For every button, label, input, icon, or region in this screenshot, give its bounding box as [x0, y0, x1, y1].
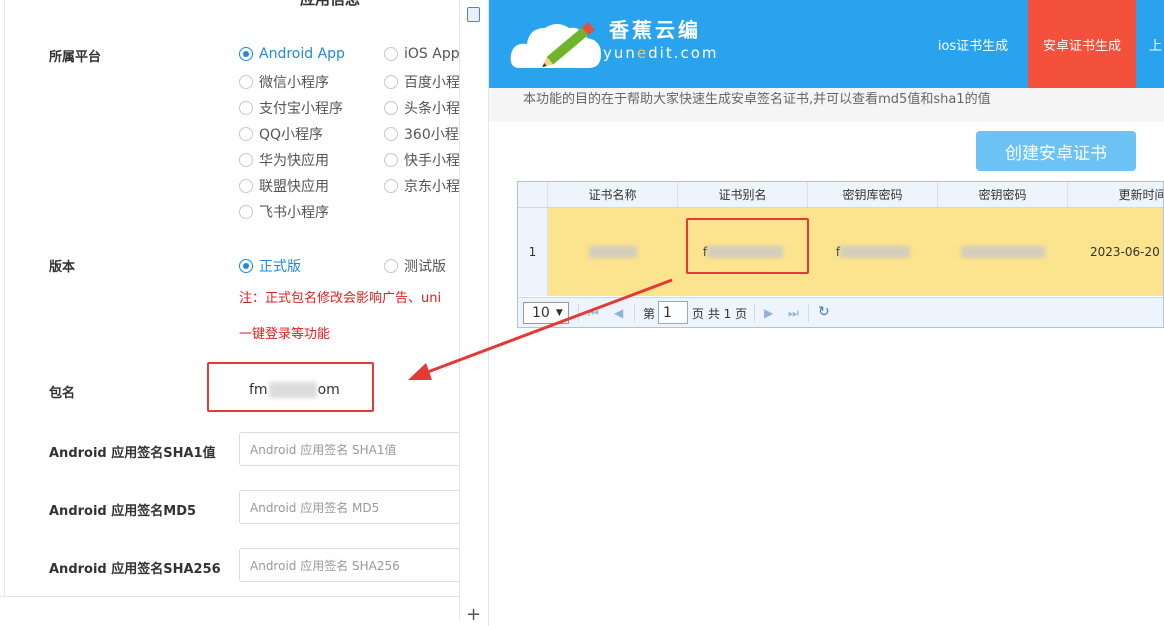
plus-icon[interactable]: +: [466, 606, 481, 624]
radio-dot: [384, 259, 398, 273]
radio-dot: [384, 127, 398, 141]
first-page-icon[interactable]: ⏮: [588, 306, 599, 321]
next-page-icon[interactable]: ▶: [764, 306, 773, 320]
radio-alliance-quickapp[interactable]: 联盟快应用: [239, 176, 329, 196]
page-prefix: 第: [643, 307, 656, 321]
cell-updated: 2023-06-20 1: [1090, 245, 1164, 259]
pagination-bar: 10 ▼ ⏮ ◀ 第 1 页 共 1 页 ▶ ⏭ ↻: [518, 297, 1163, 327]
radio-dot: [239, 47, 253, 61]
radio-test-version[interactable]: 测试版: [384, 256, 446, 276]
radio-dot: [239, 259, 253, 273]
radio-toutiao-miniprogram[interactable]: 头条小程: [384, 98, 459, 118]
column-header-alias[interactable]: 证书别名: [678, 182, 808, 207]
cell-cert-name: [548, 208, 678, 296]
radio-huawei-quickapp[interactable]: 华为快应用: [239, 150, 329, 170]
radio-dot: [384, 47, 398, 61]
radio-dot: [239, 205, 253, 219]
separator: [808, 304, 809, 322]
radio-qq-miniprogram[interactable]: QQ小程序: [239, 124, 323, 144]
annotation-box-alias: [686, 218, 809, 274]
page-size-select[interactable]: 10 ▼: [523, 302, 569, 324]
version-warning-line2: 一键登录等功能: [239, 327, 331, 342]
last-page-icon[interactable]: ⏭: [788, 306, 799, 321]
page-total-text: 页 共 1 页: [692, 307, 748, 321]
create-android-cert-button[interactable]: 创建安卓证书: [976, 131, 1136, 171]
row-number: 1: [518, 208, 548, 296]
nav-ios-cert[interactable]: ios证书生成: [929, 0, 1017, 88]
description-text: 本功能的目的在于帮助大家快速生成安卓签名证书,并可以查看md5值和sha1的值: [523, 92, 991, 107]
radio-dot: [384, 75, 398, 89]
cert-table: 证书名称 证书别名 密钥库密码 密钥密码 更新时间 1 f f 2023-06-…: [517, 181, 1164, 328]
cell-key-password: [938, 208, 1068, 296]
sha256-input[interactable]: Android 应用签名 SHA256: [239, 548, 459, 582]
cert-tool-page: 香蕉云编 yunedit.com ios证书生成 安卓证书生成 上 本功能的目的…: [489, 0, 1164, 626]
radio-release-version[interactable]: 正式版: [239, 256, 301, 276]
version-label: 版本: [49, 260, 76, 275]
redacted-text: [589, 246, 637, 258]
md5-label: Android 应用签名MD5: [49, 504, 197, 519]
radio-wechat-miniprogram[interactable]: 微信小程序: [239, 72, 329, 92]
column-header-keystore-password[interactable]: 密钥库密码: [808, 182, 938, 207]
separator: [754, 304, 755, 322]
prev-page-icon[interactable]: ◀: [614, 306, 623, 320]
nav-upload[interactable]: 上: [1149, 0, 1164, 88]
radio-dot: [239, 101, 253, 115]
redacted-text: [840, 246, 911, 258]
radio-dot: [239, 127, 253, 141]
column-header-num: [518, 182, 548, 207]
radio-dot: [239, 179, 253, 193]
radio-dot: [239, 153, 253, 167]
radio-alipay-miniprogram[interactable]: 支付宝小程序: [239, 98, 343, 118]
refresh-icon[interactable]: ↻: [818, 304, 830, 320]
radio-ios-app[interactable]: iOS App: [384, 46, 459, 62]
page-number-input[interactable]: 1: [658, 301, 688, 324]
column-header-cert-name[interactable]: 证书名称: [548, 182, 678, 207]
version-warning-line1: 注：正式包名修改会影响广告、uni: [239, 291, 442, 306]
app-info-form: 应用信息 所属平台 Android App iOS App 微信小程序 百度小程…: [0, 0, 460, 620]
site-header: 香蕉云编 yunedit.com ios证书生成 安卓证书生成 上: [489, 0, 1164, 88]
page-title: 应用信息: [300, 0, 360, 9]
sha256-label: Android 应用签名SHA256: [49, 562, 221, 577]
sha1-label: Android 应用签名SHA1值: [49, 446, 216, 461]
radio-baidu-miniprogram[interactable]: 百度小程: [384, 72, 459, 92]
radio-360-miniprogram[interactable]: 360小程: [384, 124, 459, 144]
description-bar: 本功能的目的在于帮助大家快速生成安卓签名证书,并可以查看md5值和sha1的值: [489, 88, 1164, 122]
package-label: 包名: [49, 386, 76, 401]
radio-feishu-miniprogram[interactable]: 飞书小程序: [239, 202, 329, 222]
radio-kuaishou-miniprogram[interactable]: 快手小程: [384, 150, 459, 170]
column-header-updated[interactable]: 更新时间: [1068, 182, 1163, 207]
radio-dot: [384, 101, 398, 115]
column-header-key-password[interactable]: 密钥密码: [938, 182, 1068, 207]
brand-domain: yunedit.com: [603, 44, 719, 62]
radio-dot: [239, 75, 253, 89]
platform-label: 所属平台: [49, 50, 102, 65]
annotation-box-package: [207, 362, 374, 412]
tablet-icon[interactable]: [467, 7, 480, 22]
radio-dot: [384, 179, 398, 193]
redacted-text: [961, 246, 1045, 258]
dropdown-arrow-icon: ▼: [555, 308, 563, 318]
separator: [634, 304, 635, 322]
form-left-border: [4, 0, 5, 596]
brand-name: 香蕉云编: [609, 18, 701, 42]
cell-keystore-password: f: [808, 208, 938, 296]
side-toolbar: +: [460, 0, 489, 626]
radio-jd-miniprogram[interactable]: 京东小程: [384, 176, 459, 196]
nav-android-cert[interactable]: 安卓证书生成: [1028, 0, 1136, 88]
md5-input[interactable]: Android 应用签名 MD5: [239, 490, 459, 524]
form-bottom-border: [0, 596, 459, 597]
separator: [578, 304, 579, 322]
radio-dot: [384, 153, 398, 167]
sha1-input[interactable]: Android 应用签名 SHA1值: [239, 432, 459, 466]
radio-android-app[interactable]: Android App: [239, 46, 345, 62]
table-header: 证书名称 证书别名 密钥库密码 密钥密码 更新时间: [518, 182, 1163, 208]
